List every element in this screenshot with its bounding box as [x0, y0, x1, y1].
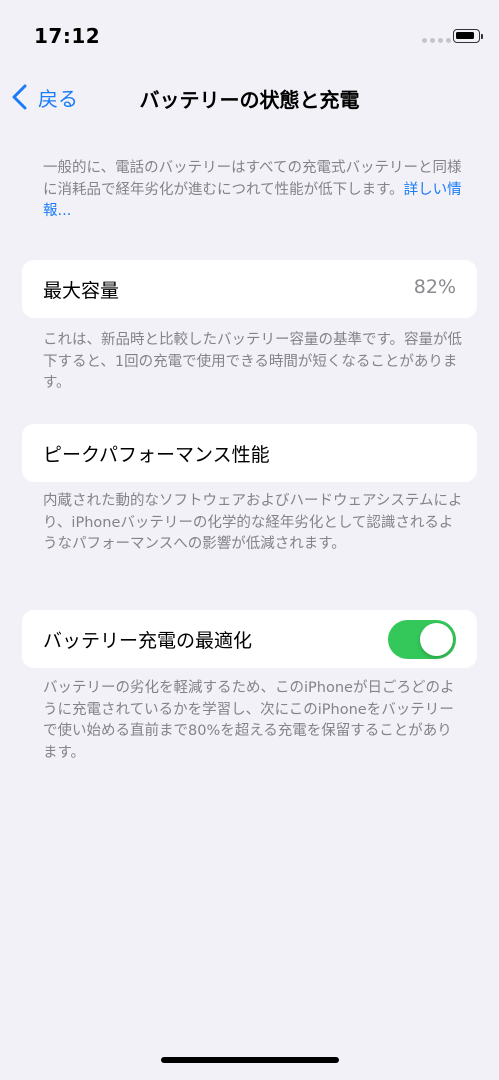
intro-description: 一般的に、電話のバッテリーはすべての充電式バッテリーと同様に消耗品で経年劣化が進… [43, 160, 462, 198]
navigation-bar: 戻る バッテリーの状態と充電 [0, 70, 499, 124]
max-capacity-value: 82% [413, 276, 456, 298]
home-indicator[interactable] [161, 1057, 339, 1063]
battery-icon [453, 29, 483, 43]
peak-performance-description: 内蔵された動的なソフトウェアおよびハードウェアシステムにより、iPhoneバッテ… [43, 493, 463, 552]
intro-text: 一般的に、電話のバッテリーはすべての充電式バッテリーと同様に消耗品で経年劣化が進… [43, 158, 463, 223]
max-capacity-description: これは、新品時と比較したバッテリー容量の基準です。容量が低下すると、1回の充電で… [43, 332, 463, 391]
optimized-charging-row: バッテリー充電の最適化 [22, 610, 477, 668]
optimized-charging-description: バッテリーの劣化を軽減するため、このiPhoneが日ごろどのように充電されている… [43, 680, 455, 761]
page-title: バッテリーの状態と充電 [139, 88, 360, 112]
max-capacity-row: 最大容量 82% [22, 260, 477, 318]
signal-icon [422, 38, 451, 43]
status-bar: 17:12 [0, 0, 499, 64]
peak-performance-label: ピークパフォーマンス性能 [43, 444, 270, 466]
peak-performance-row[interactable]: ピークパフォーマンス性能 [22, 424, 477, 482]
battery-health-screen: 17:12 戻る バッテリーの状態と充電 一般的に、電話のバッテリーはすべての充… [0, 0, 499, 1080]
max-capacity-label: 最大容量 [43, 280, 120, 302]
optimized-charging-label: バッテリー充電の最適化 [43, 630, 253, 652]
status-time: 17:12 [34, 24, 101, 48]
toggle-knob [420, 623, 453, 656]
optimized-charging-toggle[interactable] [388, 620, 456, 659]
